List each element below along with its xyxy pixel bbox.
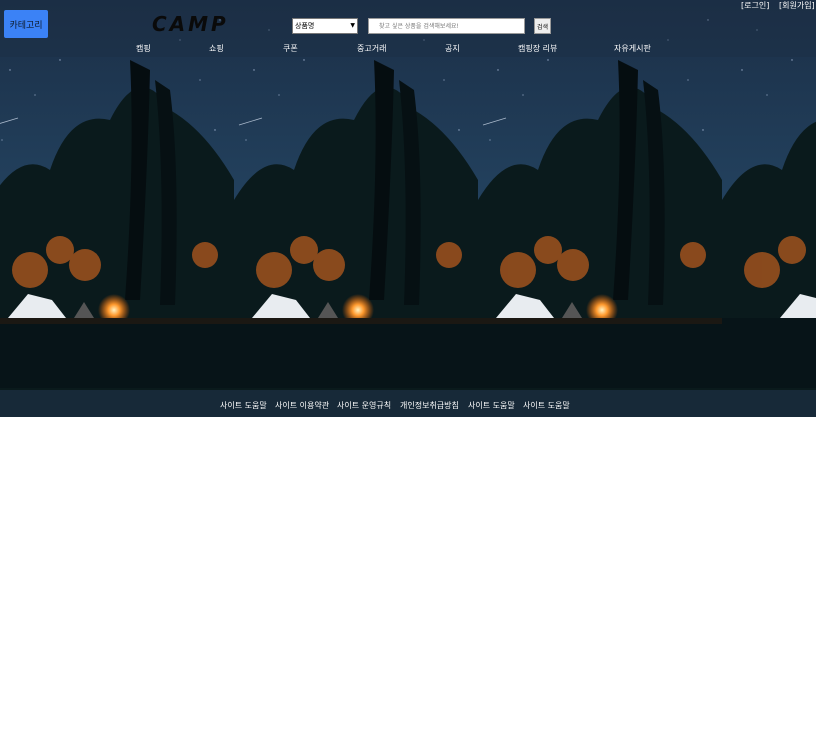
nav-item-free-board[interactable]: 자유게시판 <box>614 43 651 54</box>
nav-item-used-trade[interactable]: 중고거래 <box>357 43 386 54</box>
signup-link[interactable]: [회원가입] <box>779 0 815 11</box>
footer-link-rules[interactable]: 사이트 운영규칙 <box>337 400 391 411</box>
search-input[interactable] <box>368 18 525 34</box>
category-button[interactable]: 카테고리 <box>4 10 48 38</box>
nav-item-campsite-review[interactable]: 캠핑장 리뷰 <box>518 43 557 54</box>
nav-item-camping[interactable]: 캠핑 <box>136 43 151 54</box>
nav-item-shopping[interactable]: 쇼핑 <box>209 43 224 54</box>
footer-link-terms[interactable]: 사이트 이용약관 <box>275 400 329 411</box>
hero-image-tile <box>0 0 234 417</box>
logo-text: CAMP <box>152 12 229 36</box>
search-type-select[interactable]: 상품명 ▼ <box>292 18 358 34</box>
hero-image-tile <box>234 0 478 417</box>
hero-image-tile <box>478 0 722 417</box>
hero-banner <box>0 0 816 417</box>
footer-link-help[interactable]: 사이트 도움말 <box>220 400 267 411</box>
footer-link-privacy[interactable]: 개인정보취급방침 <box>400 400 459 411</box>
search-button[interactable]: 검색 <box>534 18 551 34</box>
nav-item-notice[interactable]: 공지 <box>445 43 460 54</box>
search-type-selected: 상품명 <box>295 22 315 30</box>
footer-link-help[interactable]: 사이트 도움말 <box>523 400 570 411</box>
hero-image-tile <box>722 0 816 417</box>
login-link[interactable]: [로그인] <box>741 0 769 11</box>
chevron-down-icon: ▼ <box>350 22 355 29</box>
camp-logo[interactable]: CAMP <box>150 11 242 37</box>
nav-item-coupon[interactable]: 쿠폰 <box>283 43 298 54</box>
footer-link-help[interactable]: 사이트 도움말 <box>468 400 515 411</box>
camp-logo-graphic: CAMP <box>152 12 229 36</box>
